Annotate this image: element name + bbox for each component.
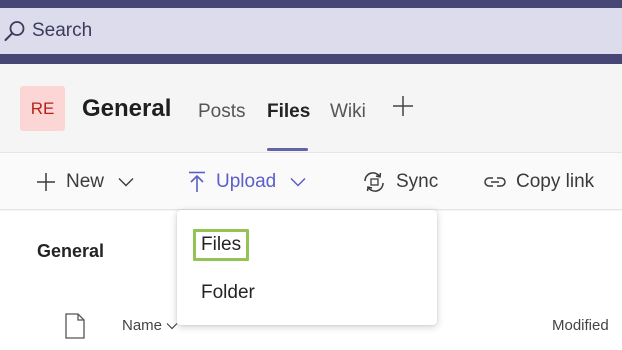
- tab-posts[interactable]: Posts: [198, 101, 246, 123]
- page-title: General: [82, 95, 172, 122]
- name-column-label: Name: [122, 317, 163, 334]
- chevron-down-icon: [118, 177, 134, 187]
- chevron-down-icon: [166, 322, 178, 330]
- name-column-header[interactable]: Name: [122, 317, 178, 334]
- breadcrumb[interactable]: General: [37, 241, 104, 262]
- chevron-down-icon: [290, 177, 306, 187]
- tab-files[interactable]: Files: [267, 101, 310, 123]
- search-icon: [2, 18, 28, 44]
- upload-label: Upload: [216, 171, 277, 192]
- avatar: RE: [20, 86, 65, 131]
- upload-dropdown-menu: Files Folder: [177, 210, 437, 325]
- link-icon: [484, 175, 506, 189]
- file-type-icon: [65, 313, 85, 339]
- new-button[interactable]: New: [36, 153, 134, 211]
- add-tab-button[interactable]: [391, 94, 415, 118]
- tab-wiki[interactable]: Wiki: [330, 101, 366, 123]
- plus-icon: [36, 172, 56, 192]
- upload-button[interactable]: Upload: [188, 153, 306, 211]
- top-bar: Search: [0, 0, 622, 64]
- channel-header: RE General Posts Files Wiki: [0, 64, 622, 152]
- sync-label: Sync: [396, 171, 439, 192]
- plus-icon: [393, 96, 413, 116]
- active-tab-indicator: [267, 148, 308, 151]
- upload-arrow-icon: [188, 171, 206, 193]
- new-label: New: [66, 171, 105, 192]
- search-bar[interactable]: Search: [0, 8, 622, 54]
- search-placeholder: Search: [32, 20, 93, 41]
- copy-link-label: Copy link: [516, 171, 595, 192]
- menu-item-folder[interactable]: Folder: [196, 280, 260, 306]
- modified-column-header[interactable]: Modified: [552, 317, 609, 334]
- sync-button[interactable]: Sync: [362, 153, 438, 211]
- command-toolbar: New Upload Sync Copy link: [0, 152, 622, 210]
- menu-item-files[interactable]: Files: [193, 229, 250, 261]
- copy-link-button[interactable]: Copy link: [484, 153, 594, 211]
- sync-icon: [362, 171, 386, 193]
